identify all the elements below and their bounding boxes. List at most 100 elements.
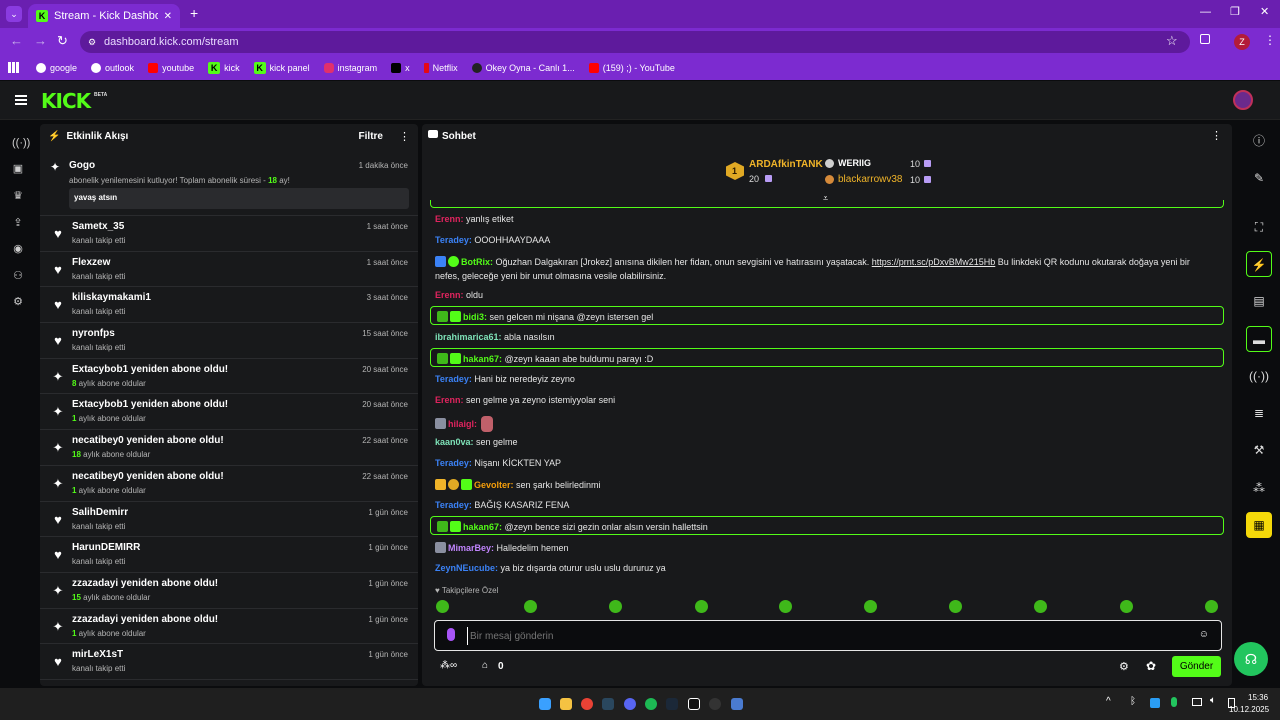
fullscreen-icon[interactable]: ⛶	[1246, 214, 1272, 240]
steam-app-icon[interactable]	[666, 698, 678, 710]
bookmark-star-icon[interactable]: ☆	[1166, 33, 1178, 49]
bookmark-instagram[interactable]: instagram	[323, 63, 377, 73]
info-icon[interactable]: ⓘ	[1246, 128, 1272, 154]
chat-message-input[interactable]	[467, 627, 1167, 645]
emote-icon[interactable]	[1120, 600, 1133, 613]
upload-icon[interactable]: ⇪	[12, 217, 24, 229]
chat-username[interactable]: hilaigl:	[448, 419, 477, 429]
extensions-icon[interactable]	[1200, 34, 1210, 44]
reload-icon[interactable]: ↻	[57, 34, 68, 48]
wrench-icon[interactable]: ⚒	[1246, 437, 1272, 463]
tab-search-button[interactable]: ⌄	[6, 6, 22, 22]
filter-button[interactable]: Filtre	[359, 131, 383, 142]
bookmark-okey[interactable]: Okey Oyna - Canlı 1...	[471, 63, 575, 73]
chat-username[interactable]: Teradey:	[435, 458, 472, 468]
minimize-icon[interactable]: —	[1200, 6, 1211, 18]
edit-icon[interactable]: ✎	[1246, 165, 1272, 191]
support-button[interactable]: ☊	[1234, 642, 1268, 676]
clock-date[interactable]: 10.12.2025	[1229, 705, 1269, 714]
chat-username[interactable]: Erenn:	[435, 290, 464, 300]
obs-icon[interactable]	[709, 698, 721, 710]
chat-menu-icon[interactable]: ⋮	[1211, 129, 1222, 142]
chat-username[interactable]: bidi3:	[463, 312, 487, 322]
clock-time[interactable]: 15:36	[1248, 693, 1268, 702]
activity-user[interactable]: kiliskaymakami1	[72, 292, 151, 303]
activity-toggle-icon[interactable]: ⚡	[1246, 251, 1272, 277]
display-icon[interactable]	[1192, 698, 1202, 706]
chat-username[interactable]: ZeynNEucube:	[435, 563, 498, 573]
user-avatar[interactable]	[1233, 90, 1253, 110]
discord-icon[interactable]	[624, 698, 636, 710]
chat-username[interactable]: Teradey:	[435, 374, 472, 384]
broadcast-icon[interactable]: ((·))	[12, 137, 30, 149]
activity-user[interactable]: mirLeX1sT	[72, 649, 123, 660]
activity-user[interactable]: necatibey0 yeniden abone oldu!	[72, 471, 224, 482]
activity-menu-icon[interactable]: ⋮	[399, 130, 410, 143]
chat-username[interactable]: MimarBey:	[448, 543, 494, 553]
hamburger-menu-icon[interactable]	[15, 95, 27, 105]
emote-picker-icon[interactable]: ✿	[1146, 659, 1156, 673]
activity-user[interactable]: zzazadayi yeniden abone oldu!	[72, 578, 218, 589]
emote-icon[interactable]	[864, 600, 877, 613]
emote-icon[interactable]	[609, 600, 622, 613]
users-icon[interactable]: ⚇	[12, 270, 24, 282]
tray-chevron-icon[interactable]: ^	[1106, 696, 1111, 707]
chat-username[interactable]: kaan0va:	[435, 437, 474, 447]
chat-username[interactable]: Teradey:	[435, 235, 472, 245]
chat-username[interactable]: hakan67:	[463, 354, 502, 364]
points-icon[interactable]: ⁂∞	[440, 660, 457, 671]
activity-user[interactable]: necatibey0 yeniden abone oldu!	[72, 435, 224, 446]
chat-input-box[interactable]: ☺	[434, 620, 1222, 651]
chat-username[interactable]: BotRix:	[461, 257, 493, 267]
chat-settings-icon[interactable]: ⚙	[1119, 660, 1129, 673]
steam-tray-icon[interactable]	[1150, 698, 1160, 708]
microphone-icon[interactable]	[447, 628, 455, 641]
file-explorer-icon[interactable]	[560, 698, 572, 710]
chrome-icon[interactable]	[581, 698, 593, 710]
emote-icon[interactable]	[949, 600, 962, 613]
chat-username[interactable]: hakan67:	[463, 522, 502, 532]
bookmark-netflix[interactable]: Netflix	[423, 63, 458, 73]
windows-start-icon[interactable]	[539, 698, 551, 710]
clapper-icon[interactable]: ▦	[1246, 512, 1272, 538]
emote-icon[interactable]	[779, 600, 792, 613]
activity-user[interactable]: SalihDemirr	[72, 507, 128, 518]
chat-username[interactable]: Erenn:	[435, 214, 464, 224]
chat-username[interactable]: Teradey:	[435, 500, 472, 510]
url-bar[interactable]: ⚙ dashboard.kick.com/stream	[80, 31, 1190, 53]
camera-icon[interactable]: ◉	[12, 243, 24, 255]
emote-icon[interactable]	[524, 600, 537, 613]
browser-menu-icon[interactable]: ⋮	[1264, 33, 1276, 47]
trophy-icon[interactable]: ♛	[12, 190, 24, 202]
emote-icon[interactable]	[1034, 600, 1047, 613]
steam-icon[interactable]	[602, 698, 614, 710]
activity-user[interactable]: Sametx_35	[72, 221, 124, 232]
activity-user[interactable]: HarunDEMIRR	[72, 542, 140, 553]
chat-username[interactable]: ibrahimarica61:	[435, 332, 502, 342]
bookmark-youtube-2[interactable]: (159) ;) - YouTube	[588, 63, 675, 73]
chat-link[interactable]: https://prnt.sc/pDxvBMw215Hb	[872, 257, 996, 267]
emote-icon[interactable]	[436, 600, 449, 613]
bookmark-outlook[interactable]: outlook	[91, 63, 134, 73]
activity-user[interactable]: Flexzew	[72, 257, 110, 268]
spotify-icon[interactable]	[645, 698, 657, 710]
close-window-icon[interactable]: ✕	[1260, 5, 1269, 18]
close-tab-icon[interactable]: ✕	[164, 11, 172, 22]
bookmark-kick[interactable]: Kkick	[208, 62, 240, 74]
activity-user[interactable]: nyronfps	[72, 328, 115, 339]
app-icon[interactable]	[731, 698, 743, 710]
chat-toggle-icon[interactable]: ▬	[1246, 326, 1272, 352]
emote-icon[interactable]	[695, 600, 708, 613]
bookmark-youtube[interactable]: youtube	[148, 63, 194, 73]
send-button[interactable]: Gönder	[1172, 656, 1221, 677]
tray-mic-icon[interactable]	[1171, 697, 1177, 707]
bookmark-kick-panel[interactable]: Kkick panel	[253, 62, 310, 74]
site-info-icon[interactable]: ⚙	[88, 31, 96, 53]
activity-user[interactable]: Extacybob1 yeniden abone oldu!	[72, 399, 228, 410]
dashboard-icon[interactable]: ▣	[12, 163, 24, 175]
bookmark-google[interactable]: google	[36, 63, 77, 73]
back-icon[interactable]: ←	[10, 34, 23, 48]
ai-icon[interactable]: ⁂	[1246, 475, 1272, 501]
new-tab-icon[interactable]: +	[190, 6, 198, 20]
volume-icon[interactable]: 🔈︎	[1210, 695, 1216, 706]
